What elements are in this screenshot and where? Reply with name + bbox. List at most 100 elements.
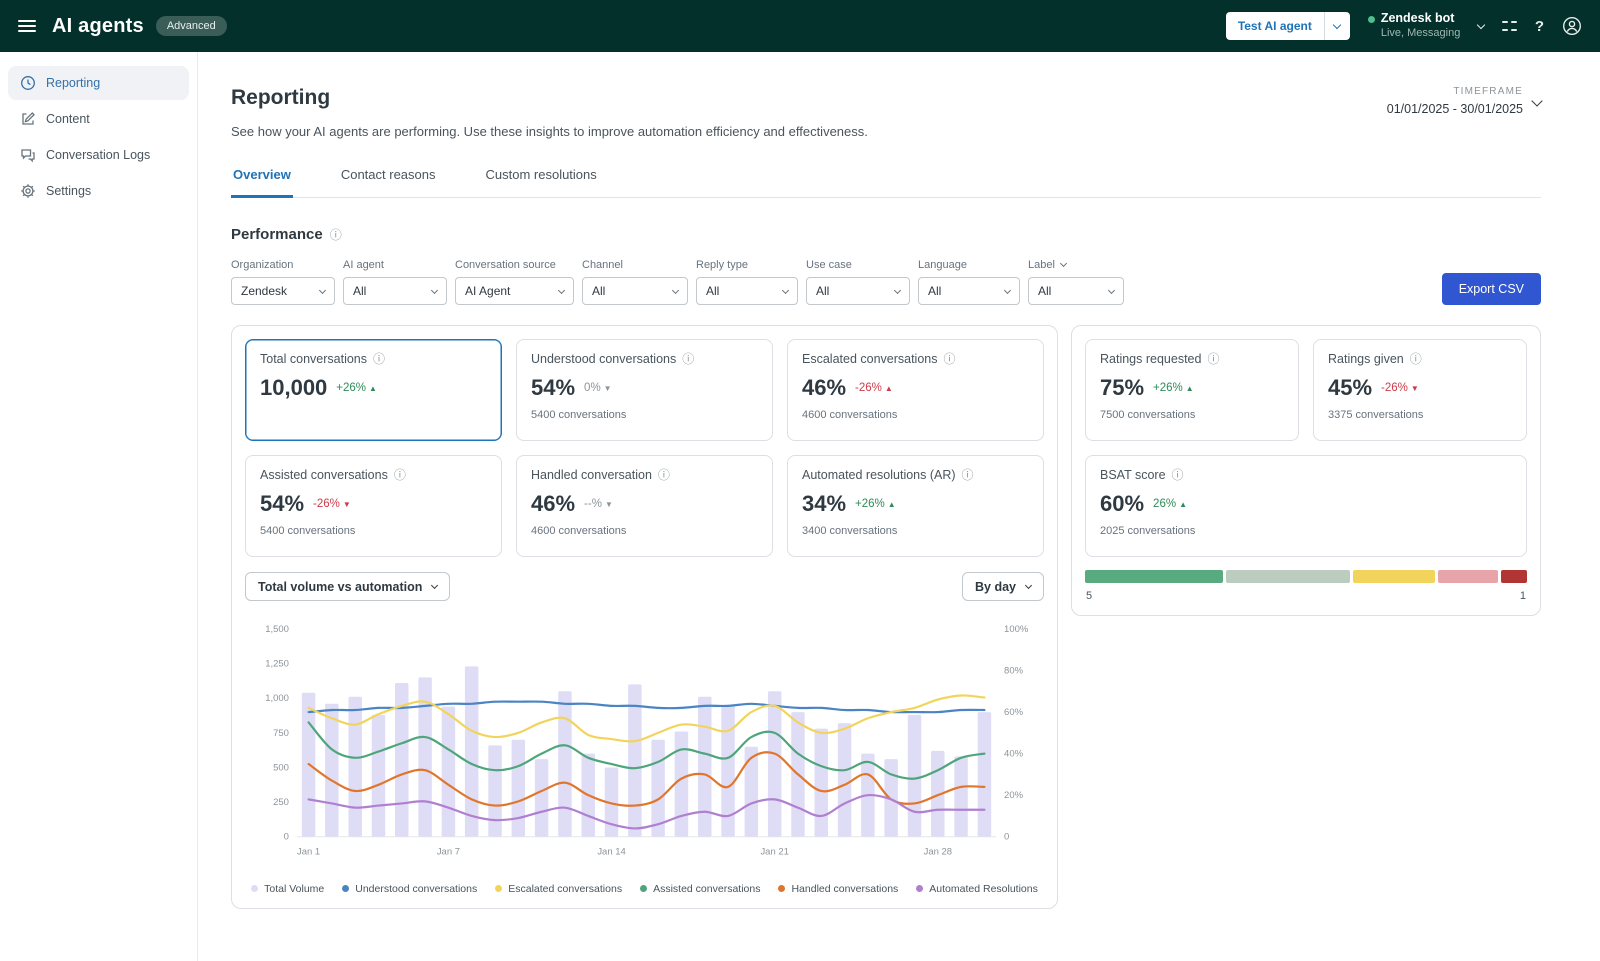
sidebar-item-label: Content [46, 112, 90, 126]
metric-delta: +26%▲ [336, 382, 377, 394]
info-icon[interactable]: ⓘ [1172, 469, 1184, 481]
use-case-select[interactable]: All [806, 277, 910, 305]
label-select[interactable]: All [1028, 277, 1124, 305]
info-icon[interactable]: ⓘ [682, 353, 694, 365]
percentage-lines [309, 695, 985, 828]
metric-title: Understood conversations [531, 352, 676, 366]
profile-avatar-icon[interactable] [1562, 16, 1582, 36]
chat-icon [20, 147, 36, 163]
metric-value: 46% [531, 491, 575, 517]
chart-granularity-select[interactable]: By day [962, 572, 1044, 601]
metric-title: Ratings requested [1100, 352, 1201, 366]
info-icon[interactable]: ⓘ [658, 469, 670, 481]
svg-text:60%: 60% [1004, 707, 1024, 718]
hamburger-menu-icon[interactable] [18, 20, 36, 32]
clock-icon [20, 75, 36, 91]
metric-delta: -26%▼ [1381, 382, 1419, 394]
metric-card-total-conversations[interactable]: Total conversationsⓘ 10,000 +26%▲ [245, 339, 502, 441]
metric-card-bsat-score[interactable]: BSAT scoreⓘ 60% 26%▲ 2025 conversations [1085, 455, 1527, 557]
live-status-dot [1368, 16, 1375, 23]
apps-grid-icon[interactable] [1502, 19, 1517, 34]
filter-label: Organization [231, 259, 335, 271]
legend-item[interactable]: Automated Resolutions [916, 883, 1038, 895]
legend-item[interactable]: Handled conversations [778, 883, 898, 895]
chevron-down-icon[interactable] [1060, 260, 1067, 267]
svg-text:750: 750 [273, 728, 289, 739]
bsat-scale-bar [1085, 570, 1527, 583]
bsat-segment [1438, 570, 1498, 583]
sidebar-item-content[interactable]: Content [8, 102, 189, 136]
bsat-segment [1085, 570, 1223, 583]
organization-select[interactable]: Zendesk [231, 277, 335, 305]
info-icon[interactable]: ⓘ [1207, 353, 1219, 365]
topbar: AI agents Advanced Test AI agent Zendesk… [0, 0, 1600, 52]
bot-selector[interactable]: Zendesk bot Live, Messaging [1368, 11, 1461, 40]
info-icon[interactable]: ⓘ [962, 469, 974, 481]
tab-overview[interactable]: Overview [231, 167, 293, 198]
chart-metric-select[interactable]: Total volume vs automation [245, 572, 450, 601]
line-assisted-conversations [309, 722, 985, 778]
filter-organization: Organization Zendesk [231, 259, 335, 305]
legend-item[interactable]: Understood conversations [342, 883, 477, 895]
metric-sub: 4600 conversations [531, 525, 758, 537]
metric-card-assisted-conversations[interactable]: Assisted conversationsⓘ 54% -26%▼ 5400 c… [245, 455, 502, 557]
info-icon[interactable]: ⓘ [394, 469, 406, 481]
legend-dot [778, 885, 785, 892]
legend-label: Understood conversations [355, 883, 477, 895]
metric-card-ratings-given[interactable]: Ratings givenⓘ 45% -26%▼ 3375 conversati… [1313, 339, 1527, 441]
filter-reply-type: Reply type All [696, 259, 798, 305]
info-icon[interactable]: ⓘ [373, 353, 385, 365]
sidebar-item-settings[interactable]: Settings [8, 174, 189, 208]
legend-item[interactable]: Assisted conversations [640, 883, 760, 895]
metric-card-automated-resolutions[interactable]: Automated resolutions (AR)ⓘ 34% +26%▲ 34… [787, 455, 1044, 557]
help-icon[interactable]: ? [1535, 18, 1544, 35]
export-csv-button[interactable]: Export CSV [1442, 273, 1541, 305]
legend-dot [916, 885, 923, 892]
filters-row: Organization Zendesk AI agent All Conver… [231, 259, 1541, 305]
legend-item[interactable]: Escalated conversations [495, 883, 622, 895]
sidebar-item-label: Settings [46, 184, 91, 198]
svg-text:Jan 1: Jan 1 [297, 847, 320, 858]
info-icon[interactable]: ⓘ [944, 353, 956, 365]
trend-up-icon: ▲ [888, 500, 896, 509]
filter-label: Use case [806, 259, 910, 271]
ai-agent-select[interactable]: All [343, 277, 447, 305]
filter-label: Reply type [696, 259, 798, 271]
legend-label: Escalated conversations [508, 883, 622, 895]
chevron-down-icon[interactable] [1478, 25, 1484, 28]
legend-label: Automated Resolutions [929, 883, 1038, 895]
sidebar-item-conversation-logs[interactable]: Conversation Logs [8, 138, 189, 172]
filter-label: Conversation source [455, 259, 574, 271]
filter-language: Language All [918, 259, 1020, 305]
metric-card-understood-conversations[interactable]: Understood conversationsⓘ 54% 0%▼ 5400 c… [516, 339, 773, 441]
total-volume-bars [302, 666, 991, 836]
metric-sub: 4600 conversations [802, 409, 1029, 421]
tab-contact-reasons[interactable]: Contact reasons [339, 167, 438, 197]
plan-badge: Advanced [156, 16, 227, 36]
legend-dot [342, 885, 349, 892]
metric-value: 54% [260, 491, 304, 517]
language-select[interactable]: All [918, 277, 1020, 305]
test-ai-agent-button[interactable]: Test AI agent [1226, 12, 1324, 40]
channel-select[interactable]: All [582, 277, 688, 305]
test-ai-agent-dropdown[interactable] [1324, 12, 1350, 40]
info-icon[interactable]: ⓘ [330, 229, 342, 241]
tab-custom-resolutions[interactable]: Custom resolutions [484, 167, 599, 197]
legend-item[interactable]: Total Volume [251, 883, 324, 895]
metric-card-handled-conversation[interactable]: Handled conversationⓘ 46% --%▼ 4600 conv… [516, 455, 773, 557]
metric-card-escalated-conversations[interactable]: Escalated conversationsⓘ 46% -26%▲ 4600 … [787, 339, 1044, 441]
trend-down-icon: ▼ [1411, 384, 1419, 393]
filter-label-filter: Label All [1028, 259, 1124, 305]
metric-title: Assisted conversations [260, 468, 388, 482]
metric-delta: 26%▲ [1153, 498, 1187, 510]
info-icon[interactable]: ⓘ [1410, 353, 1422, 365]
conversation-source-select[interactable]: AI Agent [455, 277, 574, 305]
filter-label: Language [918, 259, 1020, 271]
reply-type-select[interactable]: All [696, 277, 798, 305]
legend-label: Assisted conversations [653, 883, 760, 895]
metric-card-ratings-requested[interactable]: Ratings requestedⓘ 75% +26%▲ 7500 conver… [1085, 339, 1299, 441]
sidebar-item-reporting[interactable]: Reporting [8, 66, 189, 100]
filter-conversation-source: Conversation source AI Agent [455, 259, 574, 305]
timeframe-selector[interactable]: TIMEFRAME 01/01/2025 - 30/01/2025 [1387, 86, 1541, 116]
filter-ai-agent: AI agent All [343, 259, 447, 305]
